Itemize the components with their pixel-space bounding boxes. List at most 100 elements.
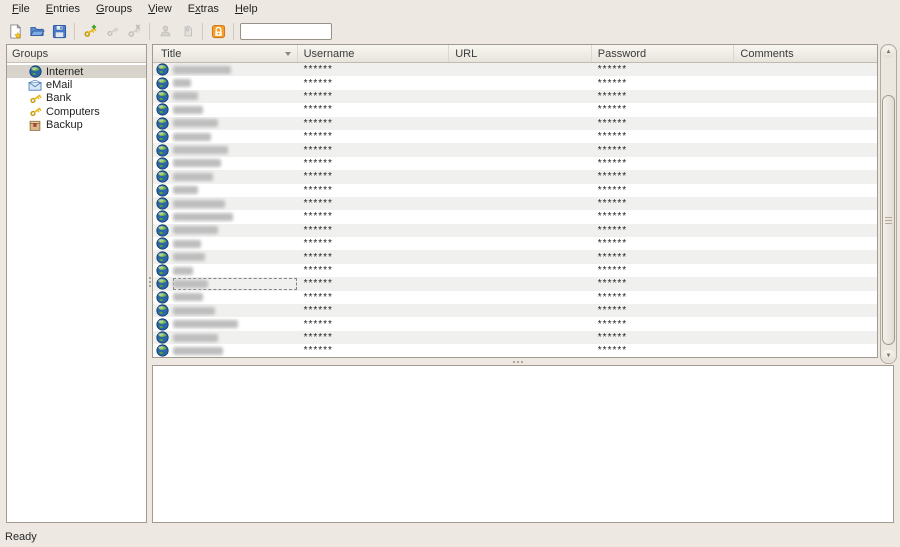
copy-password-button[interactable] — [176, 20, 198, 42]
cell-title — [153, 157, 298, 170]
group-item-internet[interactable]: Internet — [7, 65, 146, 78]
table-row[interactable]: ************ — [153, 331, 877, 344]
scrollbar-thumb[interactable] — [882, 95, 895, 345]
cell-password: ****** — [592, 158, 735, 169]
package-icon — [28, 119, 42, 132]
table-row[interactable]: ************ — [153, 143, 877, 156]
quick-search-input[interactable] — [240, 23, 332, 40]
add-entry-button[interactable] — [79, 20, 101, 42]
cell-title — [153, 197, 298, 210]
table-row[interactable]: ************ — [153, 291, 877, 304]
entry-title-redacted — [173, 224, 297, 236]
entry-title-redacted — [173, 131, 297, 143]
table-row[interactable]: ************ — [153, 277, 877, 290]
table-row[interactable]: ************ — [153, 117, 877, 130]
lock-icon — [211, 24, 226, 39]
scroll-down-button[interactable]: ▼ — [882, 350, 895, 362]
table-row[interactable]: ************ — [153, 76, 877, 89]
cell-username: ****** — [298, 78, 450, 89]
open-database-button[interactable] — [26, 20, 48, 42]
status-text: Ready — [5, 531, 37, 543]
cell-username: ****** — [298, 238, 450, 249]
cell-password: ****** — [592, 131, 735, 142]
horizontal-splitter-handle[interactable] — [512, 360, 524, 364]
cell-username: ****** — [298, 131, 450, 142]
group-item-email[interactable]: eMail — [7, 78, 146, 91]
new-file-icon — [8, 24, 23, 39]
delete-entry-button[interactable] — [123, 20, 145, 42]
menu-entries[interactable]: Entries — [38, 1, 88, 17]
cell-username: ****** — [298, 292, 450, 303]
key-icon — [28, 92, 43, 105]
cell-password: ****** — [592, 265, 735, 276]
cell-password: ****** — [592, 64, 735, 75]
entry-title-redacted — [173, 184, 297, 196]
entry-title-redacted — [173, 278, 297, 290]
entry-title-redacted — [173, 117, 297, 129]
group-label: Bank — [46, 92, 71, 104]
table-row[interactable]: ************ — [153, 304, 877, 317]
menu-view[interactable]: View — [140, 1, 180, 17]
table-row[interactable]: ************ — [153, 224, 877, 237]
table-row[interactable]: ************ — [153, 210, 877, 223]
globe-icon — [156, 277, 169, 290]
table-row[interactable]: ************ — [153, 90, 877, 103]
edit-entry-button[interactable] — [101, 20, 123, 42]
entry-title-redacted — [173, 332, 297, 344]
globe-icon — [156, 184, 169, 197]
table-row[interactable]: ************ — [153, 197, 877, 210]
entry-title-redacted — [173, 144, 297, 156]
table-row[interactable]: ************ — [153, 63, 877, 76]
globe-icon — [156, 157, 169, 170]
table-row[interactable]: ************ — [153, 237, 877, 250]
cell-title — [153, 210, 298, 223]
menu-file[interactable]: File — [4, 1, 38, 17]
copy-username-button[interactable] — [154, 20, 176, 42]
cell-title — [153, 170, 298, 183]
entry-title-redacted — [173, 251, 297, 263]
globe-icon — [156, 304, 169, 317]
table-row[interactable]: ************ — [153, 170, 877, 183]
table-row[interactable]: ************ — [153, 103, 877, 116]
cell-username: ****** — [298, 185, 450, 196]
group-item-bank[interactable]: Bank — [7, 92, 146, 105]
menu-groups[interactable]: Groups — [88, 1, 140, 17]
key-ring-icon — [181, 24, 194, 38]
cell-password: ****** — [592, 198, 735, 209]
menu-help[interactable]: Help — [227, 1, 266, 17]
cell-title — [153, 184, 298, 197]
column-header-comments[interactable]: Comments — [734, 45, 877, 62]
table-row[interactable]: ************ — [153, 264, 877, 277]
table-row[interactable]: ************ — [153, 250, 877, 263]
column-header-title[interactable]: Title — [153, 45, 298, 62]
menu-extras[interactable]: Extras — [180, 1, 227, 17]
globe-icon — [156, 117, 169, 130]
table-row[interactable]: ************ — [153, 317, 877, 330]
column-label: URL — [455, 48, 477, 60]
cell-title — [153, 318, 298, 331]
new-database-button[interactable] — [4, 20, 26, 42]
table-vertical-scrollbar[interactable]: ▲ ▼ — [880, 44, 897, 364]
cell-username: ****** — [298, 305, 450, 316]
column-header-username[interactable]: Username — [298, 45, 450, 62]
scroll-up-button[interactable]: ▲ — [882, 46, 895, 58]
column-header-url[interactable]: URL — [449, 45, 592, 62]
save-database-button[interactable] — [48, 20, 70, 42]
table-row[interactable]: ************ — [153, 344, 877, 357]
lock-workspace-button[interactable] — [207, 20, 229, 42]
table-row[interactable]: ****** ****** — [153, 130, 877, 143]
cell-title — [153, 344, 298, 357]
group-label: Computers — [46, 106, 100, 118]
groups-panel-title: Groups — [12, 48, 48, 60]
entry-title-redacted — [173, 77, 297, 89]
table-row[interactable]: ************ — [153, 157, 877, 170]
cell-username: ****** — [298, 118, 450, 129]
cell-username: ****** — [298, 345, 450, 356]
column-label: Title — [161, 48, 181, 60]
table-row[interactable]: ************ — [153, 184, 877, 197]
group-label: Internet — [46, 66, 83, 78]
group-item-computers[interactable]: Computers — [7, 105, 146, 118]
group-item-backup[interactable]: Backup — [7, 119, 146, 132]
cell-title — [153, 264, 298, 277]
column-header-password[interactable]: Password — [592, 45, 735, 62]
